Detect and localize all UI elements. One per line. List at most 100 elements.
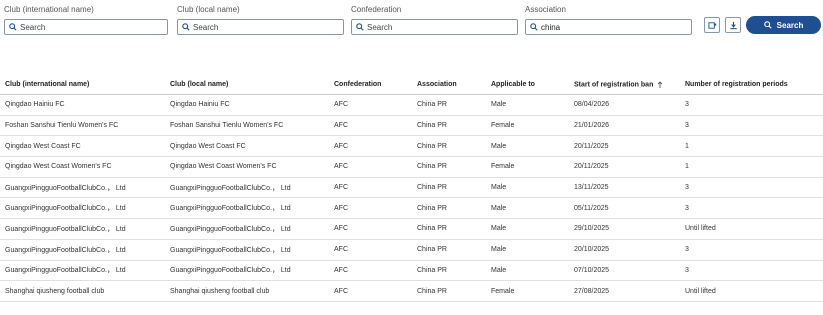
search-icon <box>356 23 364 31</box>
cell-club-local: GuangxiPingguoFootballClubCo.， Ltd <box>165 177 329 199</box>
column-header-start-ban-label: Start of registration ban <box>574 81 654 89</box>
cell-applicable-to: Male <box>486 239 569 261</box>
table-row[interactable]: Foshan Sanshui Tienlu Women's FC Foshan S… <box>0 115 823 137</box>
cell-periods: Until lifted <box>680 218 823 240</box>
filter-clear-button[interactable] <box>704 17 720 33</box>
cell-club-international: GuangxiPingguoFootballClubCo.， Ltd <box>0 260 165 282</box>
cell-start-ban: 20/11/2025 <box>569 156 680 178</box>
cell-confederation: AFC <box>329 156 412 178</box>
filter-label: Club (local name) <box>177 5 240 14</box>
table-row[interactable]: Qingdao Hainiu FC Qingdao Hainiu FC AFC Chi… <box>0 94 823 116</box>
filter-club-local: Club (local name) <box>177 4 344 35</box>
cell-association: China PR <box>412 197 486 220</box>
cell-confederation: AFC <box>329 280 412 302</box>
association-search-field[interactable] <box>525 19 692 35</box>
cell-association: China PR <box>412 239 486 261</box>
table-body: Qingdao Hainiu FC Qingdao Hainiu FC AFC Chi… <box>0 94 823 302</box>
cell-association: China PR <box>412 135 486 158</box>
cell-association: China PR <box>412 156 486 178</box>
filter-label: Confederation <box>351 5 402 14</box>
cell-confederation: AFC <box>329 115 412 137</box>
cell-club-international: GuangxiPingguoFootballClubCo.， Ltd <box>0 218 165 240</box>
cell-start-ban: 08/04/2026 <box>569 94 680 116</box>
cell-start-ban: 05/11/2025 <box>569 197 680 220</box>
cell-club-international: Foshan Sanshui Tienlu Women's FC <box>0 115 165 137</box>
cell-applicable-to: Male <box>486 94 569 116</box>
column-header-periods[interactable]: Number of registration periods <box>680 75 823 95</box>
cell-club-local: GuangxiPingguoFootballClubCo.， Ltd <box>165 239 329 261</box>
confederation-search-input[interactable] <box>367 22 517 32</box>
table-row[interactable]: GuangxiPingguoFootballClubCo.， Ltd Guangx… <box>0 197 823 220</box>
cell-association: China PR <box>412 94 486 116</box>
cell-association: China PR <box>412 260 486 282</box>
cell-confederation: AFC <box>329 218 412 240</box>
cell-confederation: AFC <box>329 177 412 199</box>
cell-start-ban: 29/10/2025 <box>569 218 680 240</box>
table-row[interactable]: GuangxiPingguoFootballClubCo.， Ltd Guangx… <box>0 218 823 240</box>
search-icon <box>530 23 538 31</box>
cell-applicable-to: Male <box>486 177 569 199</box>
cell-start-ban: 07/10/2025 <box>569 260 680 282</box>
club-international-search-input[interactable] <box>20 22 167 32</box>
club-local-search-input[interactable] <box>193 22 343 32</box>
column-header-confederation[interactable]: Confederation <box>329 75 412 95</box>
filter-bar: Club (international name) Club (local na… <box>0 0 823 44</box>
table-row[interactable]: Qingdao West Coast Women's FC Qingdao Wes… <box>0 156 823 178</box>
column-header-club-international[interactable]: Club (international name) <box>0 75 165 95</box>
column-header-club-local[interactable]: Club (local name) <box>165 75 329 95</box>
cell-applicable-to: Male <box>486 218 569 240</box>
club-local-search-field[interactable] <box>177 19 344 35</box>
search-button[interactable]: Search <box>746 16 821 34</box>
filter-association: Association <box>525 4 692 35</box>
filter-label: Association <box>525 5 566 14</box>
cell-periods: 3 <box>680 94 823 116</box>
cell-association: China PR <box>412 218 486 240</box>
club-international-search-field[interactable] <box>4 19 168 35</box>
column-header-applicable-to[interactable]: Applicable to <box>486 75 569 95</box>
cell-periods: 1 <box>680 156 823 178</box>
cell-applicable-to: Female <box>486 156 569 178</box>
cell-club-international: Qingdao Hainiu FC <box>0 94 165 116</box>
confederation-search-field[interactable] <box>351 19 518 35</box>
cell-start-ban: 21/01/2026 <box>569 115 680 137</box>
cell-periods: 3 <box>680 177 823 199</box>
cell-applicable-to: Female <box>486 280 569 302</box>
cell-applicable-to: Male <box>486 135 569 158</box>
cell-association: China PR <box>412 177 486 199</box>
cell-association: China PR <box>412 280 486 302</box>
column-header-start-ban[interactable]: Start of registration ban <box>569 75 680 95</box>
table-row[interactable]: Shanghai qiusheng football club Shanghai … <box>0 280 823 302</box>
cell-confederation: AFC <box>329 94 412 116</box>
filter-confederation: Confederation <box>351 4 518 35</box>
association-search-input[interactable] <box>541 22 691 32</box>
table-row[interactable]: GuangxiPingguoFootballClubCo.， Ltd Guangx… <box>0 177 823 199</box>
cell-club-international: Qingdao West Coast FC <box>0 135 165 158</box>
registration-ban-table: Club (international name) Club (local na… <box>0 75 823 302</box>
cell-periods: 1 <box>680 135 823 158</box>
download-icon <box>729 21 737 29</box>
filter-club-international: Club (international name) <box>4 4 168 35</box>
cell-start-ban: 13/11/2025 <box>569 177 680 199</box>
cell-club-local: GuangxiPingguoFootballClubCo.， Ltd <box>165 197 329 220</box>
cell-confederation: AFC <box>329 135 412 158</box>
filter-label: Club (international name) <box>4 5 94 14</box>
cell-start-ban: 20/10/2025 <box>569 239 680 261</box>
download-button[interactable] <box>725 17 741 33</box>
cell-club-international: GuangxiPingguoFootballClubCo.， Ltd <box>0 177 165 199</box>
table-row[interactable]: GuangxiPingguoFootballClubCo.， Ltd Guangx… <box>0 239 823 261</box>
cell-confederation: AFC <box>329 260 412 282</box>
cell-club-international: Shanghai qiusheng football club <box>0 280 165 302</box>
search-button-label: Search <box>776 20 804 30</box>
search-icon <box>182 23 190 31</box>
sort-ascending-icon[interactable] <box>657 81 663 88</box>
filter-clear-icon <box>707 21 716 29</box>
cell-club-local: Qingdao West Coast FC <box>165 135 329 158</box>
column-header-association[interactable]: Association <box>412 75 486 95</box>
table-row[interactable]: Qingdao West Coast FC Qingdao West Coast … <box>0 135 823 158</box>
cell-confederation: AFC <box>329 197 412 220</box>
cell-periods: 3 <box>680 197 823 220</box>
cell-applicable-to: Male <box>486 260 569 282</box>
cell-club-local: Qingdao West Coast Women's FC <box>165 156 329 178</box>
cell-periods: Until lifted <box>680 280 823 302</box>
table-row[interactable]: GuangxiPingguoFootballClubCo.， Ltd Guangx… <box>0 260 823 282</box>
